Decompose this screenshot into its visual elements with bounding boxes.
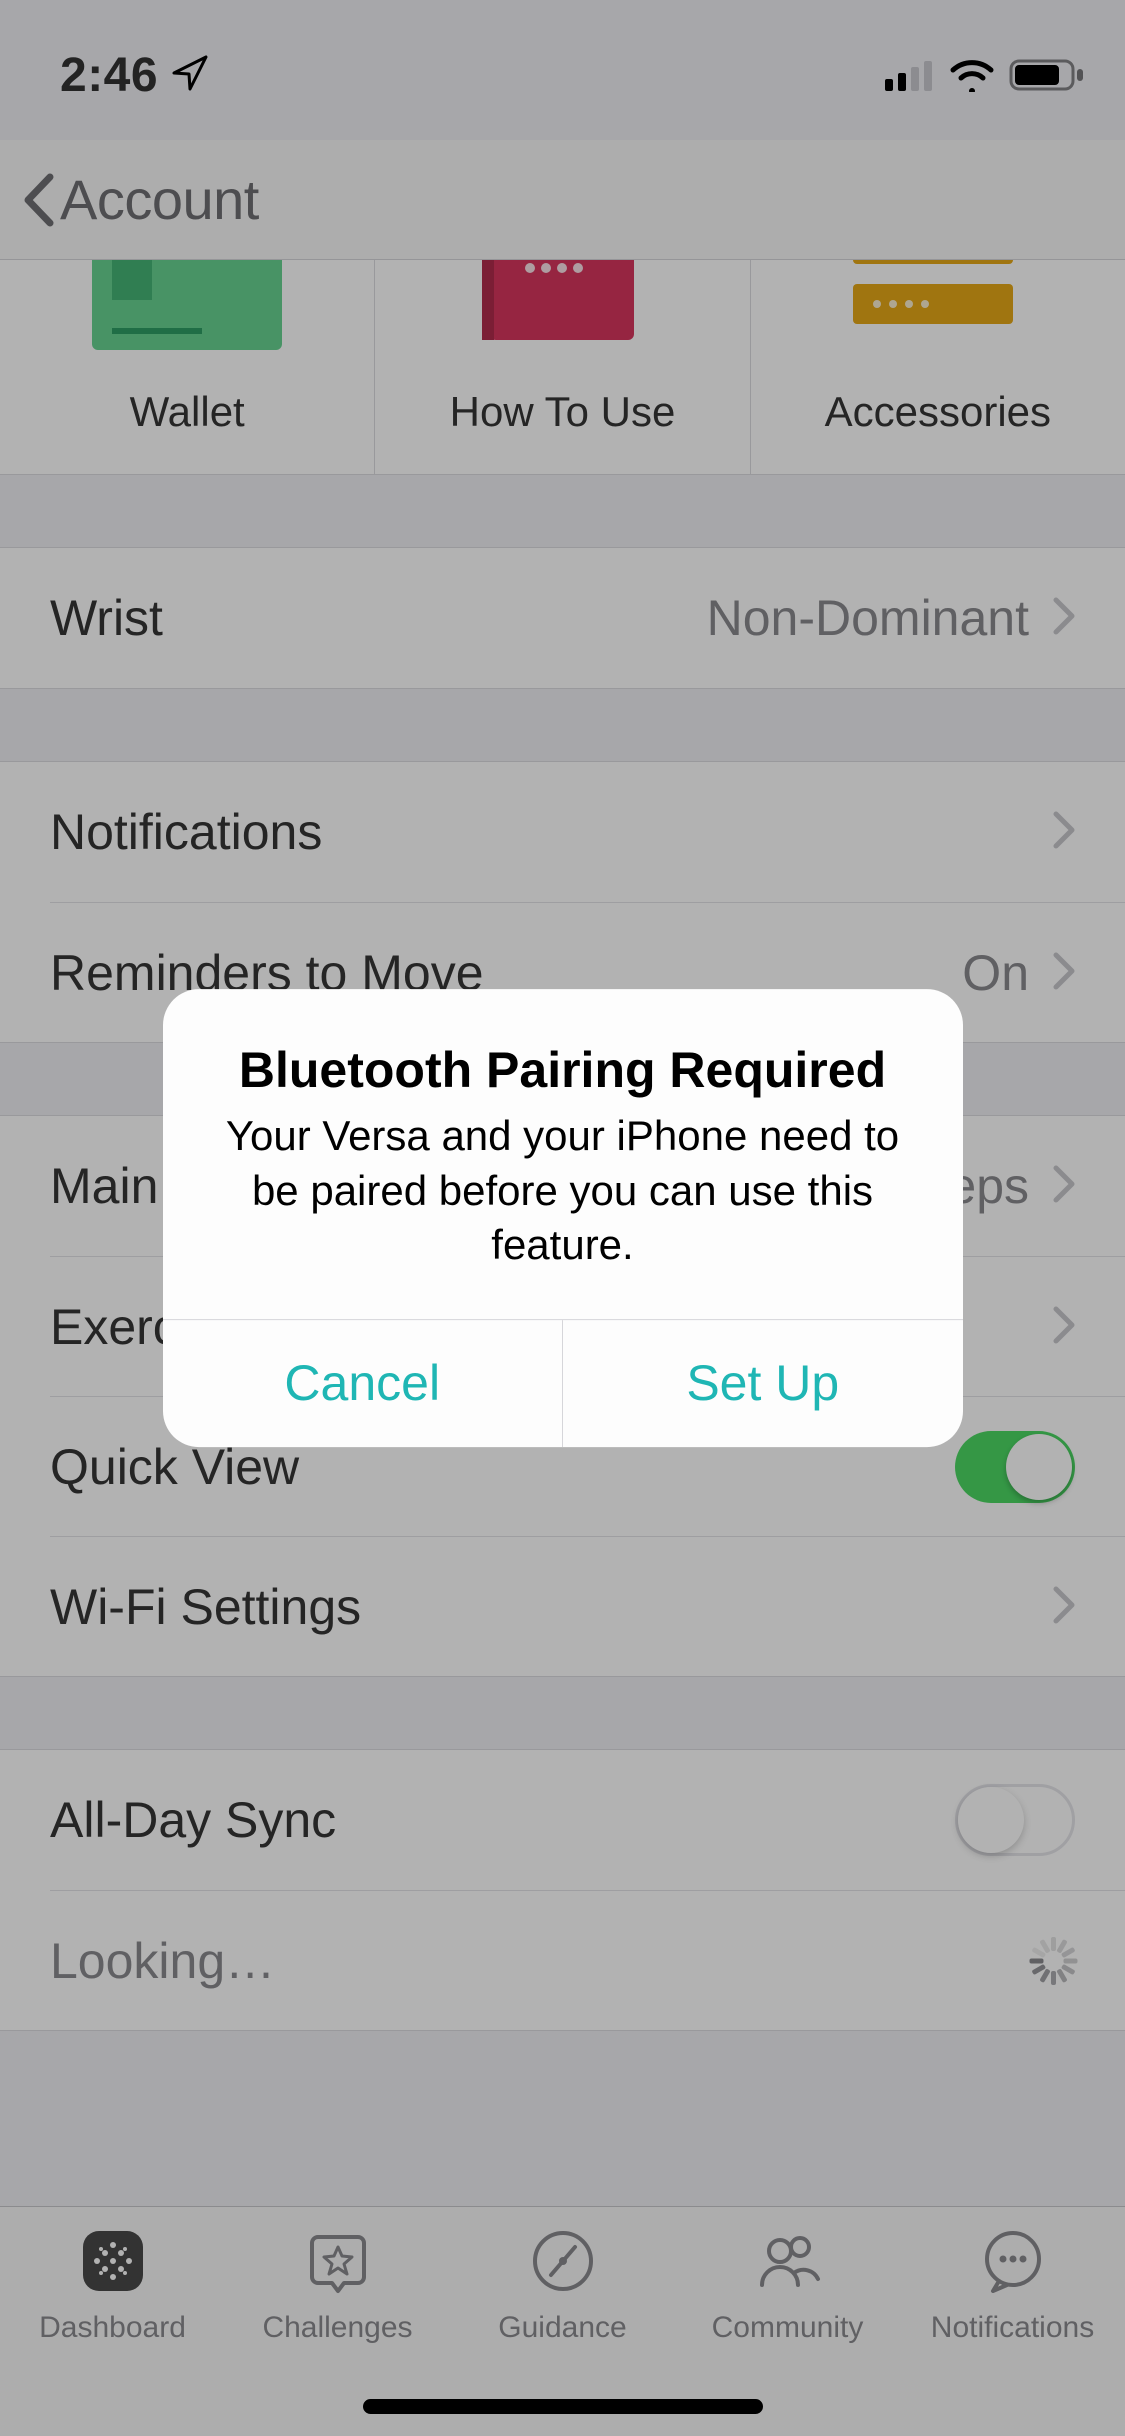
- alert-dialog: Bluetooth Pairing Required Your Versa an…: [163, 989, 963, 1447]
- cancel-button[interactable]: Cancel: [163, 1320, 563, 1447]
- set-up-button[interactable]: Set Up: [562, 1320, 963, 1447]
- alert-message: Your Versa and your iPhone need to be pa…: [211, 1109, 915, 1273]
- alert-title: Bluetooth Pairing Required: [211, 1041, 915, 1099]
